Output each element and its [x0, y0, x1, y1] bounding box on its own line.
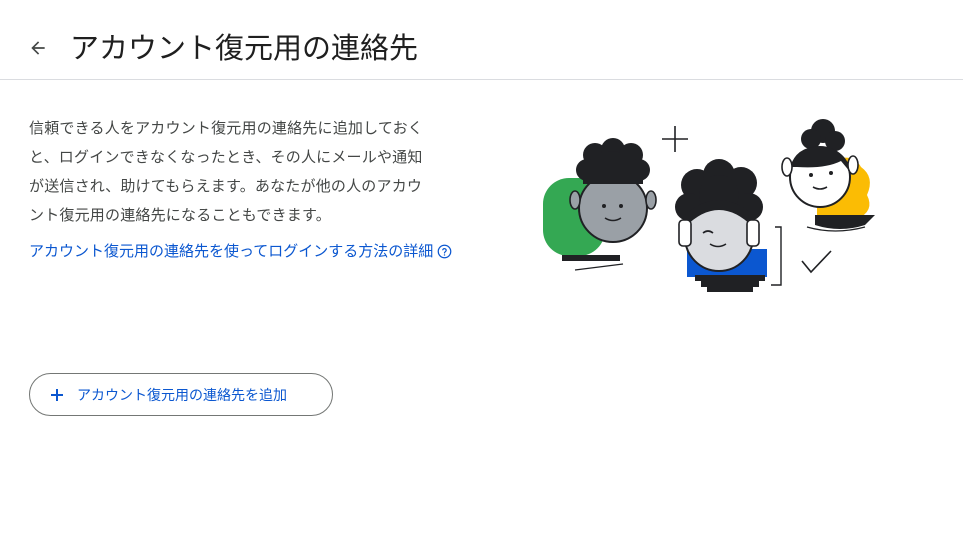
person-left: [543, 138, 657, 271]
check-decoration: [801, 250, 832, 274]
description-section: 信頼できる人をアカウント復元用の連絡先に追加しておく と、ログインできなくなった…: [29, 114, 499, 230]
description-line: と、ログインできなくなったとき、その人にメールや通知: [29, 148, 423, 166]
plus-icon: [49, 387, 65, 403]
page-title: アカウント復元用の連絡先: [70, 31, 419, 65]
sparkle-decoration: [662, 126, 688, 152]
person-right: [781, 119, 875, 232]
learn-more-link-label: アカウント復元用の連絡先を使ってログインする方法の詳細: [29, 242, 434, 260]
add-recovery-contact-label: アカウント復元用の連絡先を追加: [77, 387, 287, 404]
learn-more-link[interactable]: アカウント復元用の連絡先を使ってログインする方法の詳細: [29, 240, 452, 262]
help-circle-icon: [437, 244, 452, 259]
description-line: 信頼できる人をアカウント復元用の連絡先に追加しておく: [29, 119, 424, 137]
person-center: [675, 159, 782, 292]
arrow-left-icon: [31, 41, 45, 55]
description-line: ント復元用の連絡先になることもできます。: [29, 206, 331, 224]
back-button[interactable]: [20, 30, 56, 66]
add-recovery-contact-button[interactable]: アカウント復元用の連絡先を追加: [29, 373, 333, 416]
description-text: 信頼できる人をアカウント復元用の連絡先に追加しておく と、ログインできなくなった…: [29, 114, 499, 230]
top-app-bar: アカウント復元用の連絡先: [0, 0, 963, 80]
description-line: が送信され、助けてもらえます。あなたが他の人のアカウ: [29, 177, 423, 195]
recovery-contacts-illustration: [535, 115, 895, 300]
